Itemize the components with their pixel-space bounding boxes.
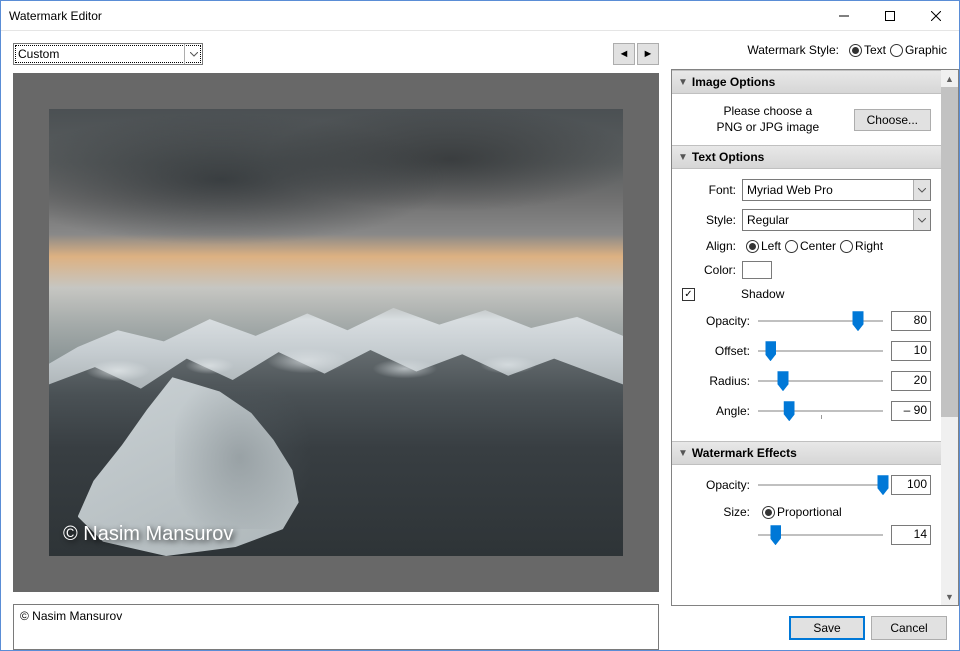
effects-opacity-label: Opacity: (682, 478, 750, 492)
size-slider[interactable] (758, 525, 883, 545)
watermark-editor-window: Watermark Editor Custom ◄ ► (0, 0, 960, 651)
content-area: Custom ◄ ► (1, 31, 959, 650)
align-right-radio[interactable]: Right (840, 239, 883, 253)
align-label: Align: (682, 239, 736, 253)
align-center-radio[interactable]: Center (785, 239, 836, 253)
nav-arrows: ◄ ► (613, 43, 659, 65)
shadow-angle-slider[interactable] (758, 401, 883, 421)
text-options-header[interactable]: ▼ Text Options (672, 145, 941, 169)
dialog-buttons: Save Cancel (671, 606, 959, 650)
watermark-style-label: Watermark Style: (747, 43, 839, 57)
next-image-button[interactable]: ► (637, 43, 659, 65)
scroll-thumb[interactable] (941, 87, 958, 417)
shadow-radius-label: Radius: (682, 374, 750, 388)
watermark-style-row: Watermark Style: Text Graphic (671, 43, 959, 57)
options-scroll-inner: ▼ Image Options Please choose a PNG or J… (672, 70, 941, 605)
shadow-offset-label: Offset: (682, 344, 750, 358)
style-label: Style: (682, 213, 736, 227)
chevron-down-icon (184, 44, 202, 64)
chevron-down-icon (913, 210, 930, 230)
save-button[interactable]: Save (789, 616, 865, 640)
scroll-down-icon[interactable]: ▼ (941, 588, 958, 605)
shadow-offset-value[interactable]: 10 (891, 341, 931, 361)
radio-icon (840, 240, 853, 253)
watermark-overlay: © Nasim Mansurov (63, 523, 233, 546)
maximize-button[interactable] (867, 1, 913, 31)
radio-icon (849, 44, 862, 57)
radio-icon (890, 44, 903, 57)
triangle-down-icon: ▼ (678, 448, 688, 459)
font-style-dropdown[interactable]: Regular (742, 209, 931, 231)
choose-image-button[interactable]: Choose... (854, 109, 931, 131)
image-options-body: Please choose a PNG or JPG image Choose.… (672, 94, 941, 145)
options-panel: ▼ Image Options Please choose a PNG or J… (671, 69, 959, 606)
scrollbar[interactable]: ▲ ▼ (941, 70, 958, 605)
shadow-radius-value[interactable]: 20 (891, 371, 931, 391)
align-left-radio[interactable]: Left (746, 239, 781, 253)
style-text-radio[interactable]: Text (849, 43, 886, 57)
window-title: Watermark Editor (9, 9, 821, 23)
shadow-label: Shadow (741, 287, 784, 301)
preview-area: © Nasim Mansurov (13, 73, 659, 592)
chevron-down-icon (913, 180, 930, 200)
radio-icon (746, 240, 759, 253)
radio-icon (785, 240, 798, 253)
shadow-opacity-slider[interactable] (758, 311, 883, 331)
shadow-angle-label: Angle: (682, 404, 750, 418)
minimize-button[interactable] (821, 1, 867, 31)
titlebar: Watermark Editor (1, 1, 959, 31)
effects-opacity-value[interactable]: 100 (891, 475, 931, 495)
shadow-opacity-value[interactable]: 80 (891, 311, 931, 331)
top-controls: Custom ◄ ► (13, 43, 659, 65)
watermark-text-input[interactable]: © Nasim Mansurov (13, 604, 659, 650)
cancel-button[interactable]: Cancel (871, 616, 947, 640)
effects-opacity-slider[interactable] (758, 475, 883, 495)
shadow-angle-value[interactable]: – 90 (891, 401, 931, 421)
triangle-down-icon: ▼ (678, 152, 688, 163)
size-value[interactable]: 14 (891, 525, 931, 545)
image-options-header[interactable]: ▼ Image Options (672, 70, 941, 94)
window-controls (821, 1, 959, 31)
prev-image-button[interactable]: ◄ (613, 43, 635, 65)
close-button[interactable] (913, 1, 959, 31)
watermark-effects-header[interactable]: ▼ Watermark Effects (672, 441, 941, 465)
shadow-checkbox[interactable] (682, 288, 695, 301)
right-pane: Watermark Style: Text Graphic ▼ Image Op… (671, 43, 959, 650)
left-pane: Custom ◄ ► (13, 43, 659, 650)
preset-value: Custom (18, 47, 59, 61)
triangle-down-icon: ▼ (678, 77, 688, 88)
color-label: Color: (682, 263, 736, 277)
color-swatch[interactable] (742, 261, 772, 279)
size-label: Size: (682, 505, 750, 519)
shadow-radius-slider[interactable] (758, 371, 883, 391)
style-graphic-radio[interactable]: Graphic (890, 43, 947, 57)
scroll-up-icon[interactable]: ▲ (941, 70, 958, 87)
font-dropdown[interactable]: Myriad Web Pro (742, 179, 931, 201)
radio-icon (762, 506, 775, 519)
shadow-offset-slider[interactable] (758, 341, 883, 361)
preview-image: © Nasim Mansurov (49, 109, 623, 556)
text-options-body: Font: Myriad Web Pro Style: Regular (672, 169, 941, 441)
preset-dropdown[interactable]: Custom (13, 43, 203, 65)
image-hint: Please choose a PNG or JPG image (682, 104, 854, 135)
size-proportional-radio[interactable]: Proportional (762, 505, 842, 519)
shadow-opacity-label: Opacity: (682, 314, 750, 328)
font-label: Font: (682, 183, 736, 197)
watermark-effects-body: Opacity: 100 Size: Proportional (672, 465, 941, 565)
